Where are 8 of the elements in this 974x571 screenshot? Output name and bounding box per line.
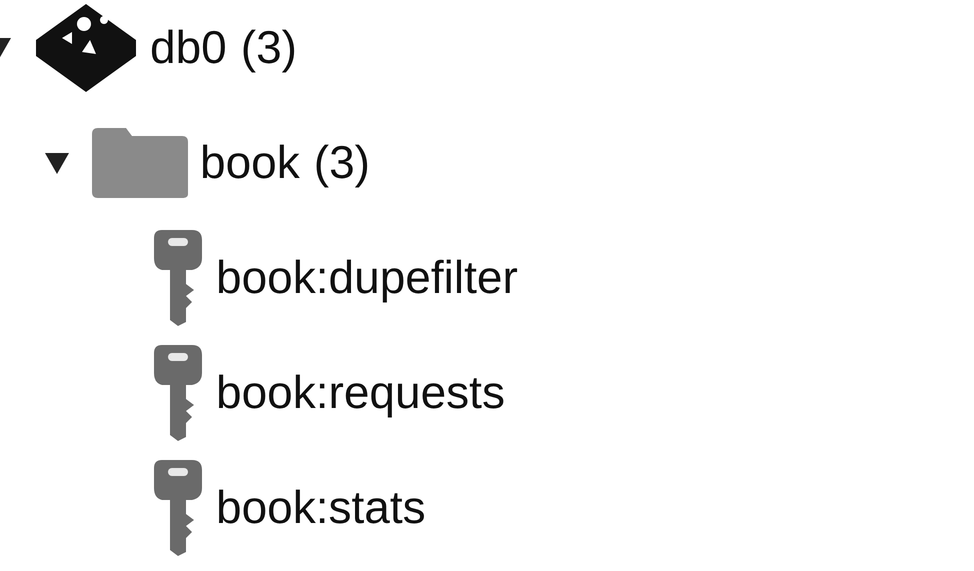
tree-item-label[interactable]: book:requests [216,358,505,427]
folder-icon [90,126,190,200]
tree-item-label[interactable]: book [200,128,300,197]
item-count: (3) [240,20,297,75]
tree-item-label[interactable]: book:dupefilter [216,243,518,312]
item-count: (3) [314,135,370,190]
tree-item-label[interactable]: db0 [150,13,227,82]
tree-item-label[interactable]: book:stats [216,473,426,542]
